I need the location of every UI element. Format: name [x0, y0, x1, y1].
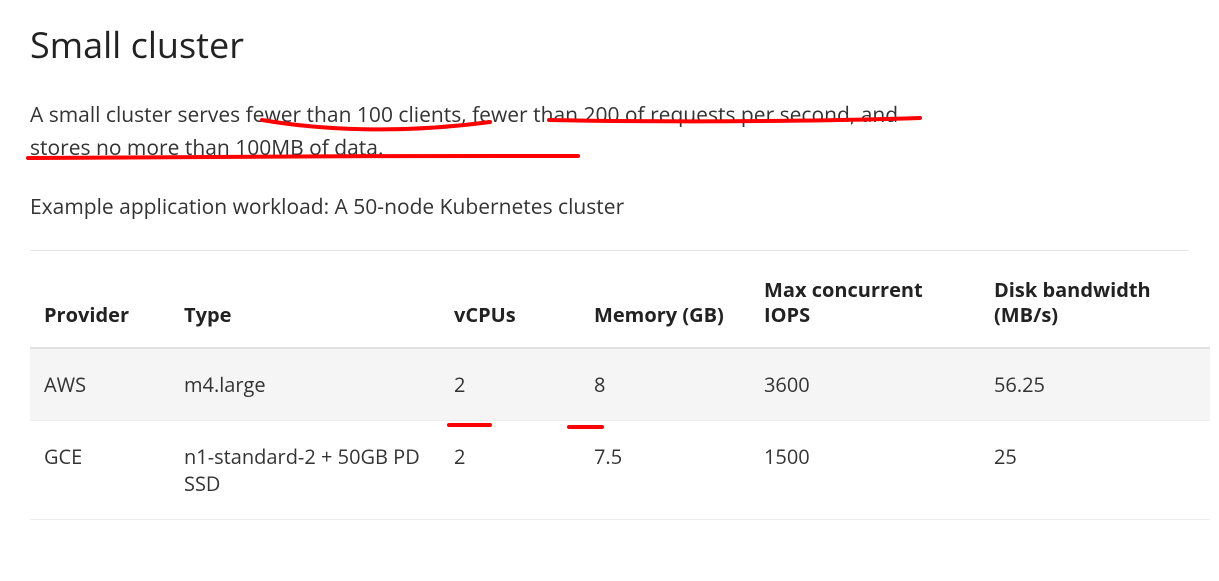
col-header-type: Type — [170, 251, 440, 348]
cell-provider: AWS — [30, 348, 170, 421]
col-header-provider: Provider — [30, 251, 170, 348]
document-page: Small cluster A small cluster serves few… — [0, 0, 1219, 550]
cell-bandwidth: 25 — [980, 420, 1210, 519]
col-header-bandwidth: Disk bandwidth (MB/s) — [980, 251, 1210, 348]
col-header-vcpus: vCPUs — [440, 251, 580, 348]
cell-iops: 1500 — [750, 420, 980, 519]
col-header-memory: Memory (GB) — [580, 251, 750, 348]
cell-iops: 3600 — [750, 348, 980, 421]
section-heading: Small cluster — [30, 20, 1189, 69]
table-header-row: Provider Type vCPUs Memory (GB) Max conc… — [30, 251, 1210, 348]
cell-vcpus: 2 — [440, 348, 580, 421]
cell-memory: 8 — [580, 348, 750, 421]
hardware-spec-table: Provider Type vCPUs Memory (GB) Max conc… — [30, 251, 1210, 520]
cell-type: n1-standard-2 + 50GB PD SSD — [170, 420, 440, 519]
example-workload: Example application workload: A 50-node … — [30, 192, 1189, 224]
section-description: A small cluster serves fewer than 100 cl… — [30, 99, 950, 164]
cell-bandwidth: 56.25 — [980, 348, 1210, 421]
cell-vcpus: 2 — [440, 420, 580, 519]
col-header-iops: Max concurrent IOPS — [750, 251, 980, 348]
table-row: GCE n1-standard-2 + 50GB PD SSD 2 7.5 15… — [30, 420, 1210, 519]
cell-memory: 7.5 — [580, 420, 750, 519]
table-row: AWS m4.large 2 8 3600 56.25 — [30, 348, 1210, 421]
cell-provider: GCE — [30, 420, 170, 519]
cell-type: m4.large — [170, 348, 440, 421]
